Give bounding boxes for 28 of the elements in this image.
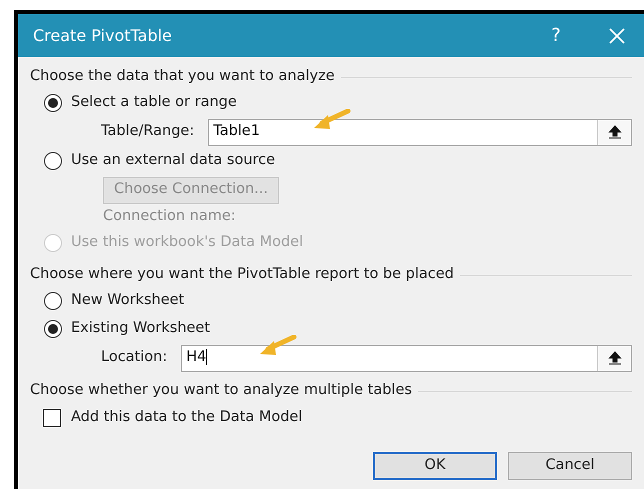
- upload-icon: [608, 351, 622, 365]
- checkbox-label: Add this data to the Data Model: [71, 408, 302, 428]
- upload-icon: [608, 125, 622, 139]
- radio-button[interactable]: [44, 152, 62, 170]
- help-button[interactable]: ?: [544, 22, 568, 49]
- radio-button[interactable]: [44, 320, 62, 338]
- field-label: Location:: [101, 348, 168, 368]
- input-field[interactable]: H4: [181, 344, 632, 372]
- dialog-button[interactable]: OK: [373, 452, 497, 480]
- radio-button[interactable]: [44, 292, 62, 310]
- radio-label: Use this workbook's Data Model: [71, 233, 304, 252]
- radio-label: New Worksheet: [71, 291, 184, 310]
- field-label: Table/Range:: [101, 122, 194, 142]
- connection-name-label: Connection name:: [103, 207, 236, 226]
- radio-button[interactable]: [44, 94, 62, 112]
- collapse-button[interactable]: [597, 346, 631, 370]
- section-heading: Choose whether you want to analyze multiple tables: [30, 381, 412, 400]
- section-heading: Choose where you want the PivotTable report to be placed: [30, 265, 454, 284]
- radio-label: Existing Worksheet: [71, 319, 210, 338]
- input-field[interactable]: Table1: [208, 118, 632, 146]
- checkbox[interactable]: [43, 409, 61, 427]
- collapse-button[interactable]: [597, 120, 631, 144]
- window-title: Create PivotTable: [33, 24, 173, 46]
- close-icon[interactable]: [608, 26, 626, 44]
- radio-label: Use an external data source: [71, 151, 276, 170]
- radio-label: Select a table or range: [71, 93, 237, 112]
- dialog-button[interactable]: Cancel: [508, 452, 632, 480]
- section-heading: Choose the data that you want to analyze: [30, 67, 335, 86]
